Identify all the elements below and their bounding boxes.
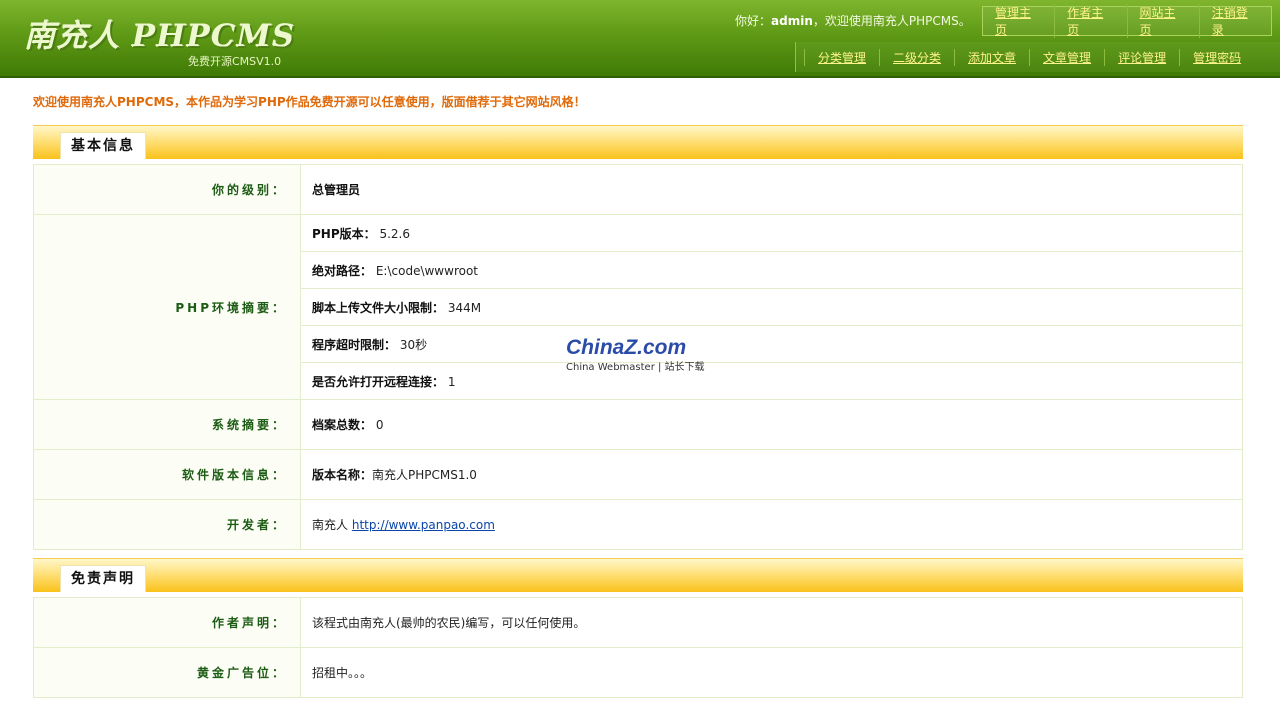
- version-value: 版本名称：南充人PHPCMS1.0: [300, 449, 1243, 500]
- nav-password-manage[interactable]: 管理密码: [1179, 48, 1254, 66]
- nav-comment-manage[interactable]: 评论管理: [1104, 48, 1179, 66]
- system-summary-label: 系统摘要：: [33, 399, 301, 450]
- nav-add-article[interactable]: 添加文章: [954, 48, 1029, 66]
- top-links: 管理主页 作者主页 网站主页 注销登录: [982, 4, 1272, 38]
- nav-category-manage[interactable]: 分类管理: [804, 48, 879, 66]
- table-row: 黄金广告位： 招租中。。。: [33, 647, 1243, 698]
- developer-label: 开发者：: [33, 499, 301, 550]
- ad-slot-label: 黄金广告位：: [33, 647, 301, 698]
- author-statement-value: 该程式由南充人(最帅的农民)编写，可以任何使用。: [300, 597, 1243, 648]
- table-row: 开发者： 南充人 http://www.panpao.com: [33, 499, 1243, 550]
- disclaimer-title: 免责声明: [60, 565, 146, 592]
- watermark-logo: ChinaZ.com: [566, 336, 687, 359]
- basic-info-title: 基本信息: [60, 132, 146, 159]
- developer-link[interactable]: http://www.panpao.com: [352, 518, 495, 532]
- level-value: 总管理员: [300, 164, 1243, 215]
- chinaz-watermark: ChinaZ.com China Webmaster | 站长下载: [566, 336, 705, 373]
- developer-value: 南充人 http://www.panpao.com: [300, 499, 1243, 550]
- upload-limit-row: 脚本上传文件大小限制： 344M: [300, 288, 1243, 326]
- abs-path-row: 绝对路径： E:\code\wwwroot: [300, 251, 1243, 289]
- disclaimer-table: 作者声明： 该程式由南充人(最帅的农民)编写，可以任何使用。 黄金广告位： 招租…: [33, 597, 1243, 698]
- username: admin: [771, 14, 813, 28]
- notice-text: 欢迎使用南充人PHPCMS，本作品为学习PHP作品免费开源可以任意使用，版面借荐…: [33, 95, 586, 109]
- welcome-suffix: ，欢迎使用南充人PHPCMS。: [812, 14, 971, 28]
- site-logo[interactable]: 南充人 PHPCMS: [24, 10, 295, 55]
- nav-article-manage[interactable]: 文章管理: [1029, 48, 1104, 66]
- system-summary-value: 档案总数： 0: [300, 399, 1243, 450]
- table-row: 软件版本信息： 版本名称：南充人PHPCMS1.0: [33, 449, 1243, 500]
- nav-subcategory[interactable]: 二级分类: [879, 48, 954, 66]
- ad-slot-value: 招租中。。。: [300, 647, 1243, 698]
- basic-info-header: 基本信息: [33, 125, 1243, 159]
- php-version-row: PHP版本： 5.2.6: [300, 214, 1243, 252]
- header: 南充人 PHPCMS 免费开源CMSV1.0 你好：admin，欢迎使用南充人P…: [0, 0, 1280, 78]
- logo-subtitle: 免费开源CMSV1.0: [188, 55, 282, 68]
- remote-connect-row: 是否允许打开远程连接： 1: [300, 362, 1243, 400]
- welcome-prefix: 你好：: [735, 14, 772, 28]
- link-admin-home[interactable]: 管理主页: [983, 4, 1054, 38]
- watermark-subtitle: China Webmaster | 站长下载: [566, 362, 705, 373]
- table-row: 系统摘要： 档案总数： 0: [33, 399, 1243, 450]
- level-label: 你的级别：: [33, 164, 301, 215]
- link-site-home[interactable]: 网站主页: [1126, 4, 1199, 38]
- welcome-text: 你好：admin，欢迎使用南充人PHPCMS。: [735, 12, 971, 29]
- main-nav: 分类管理 二级分类 添加文章 文章管理 评论管理 管理密码: [795, 42, 1280, 72]
- disclaimer-header: 免责声明: [33, 558, 1243, 592]
- table-row: 作者声明： 该程式由南充人(最帅的农民)编写，可以任何使用。: [33, 597, 1243, 648]
- author-statement-label: 作者声明：: [33, 597, 301, 648]
- table-row: PHP环境摘要： PHP版本： 5.2.6: [33, 214, 1243, 400]
- table-row: 你的级别： 总管理员: [33, 164, 1243, 215]
- link-logout[interactable]: 注销登录: [1198, 4, 1271, 38]
- php-env-label: PHP环境摘要：: [33, 214, 301, 400]
- version-label: 软件版本信息：: [33, 449, 301, 500]
- link-author-home[interactable]: 作者主页: [1054, 4, 1126, 38]
- timeout-row: 程序超时限制： 30秒: [300, 325, 1243, 363]
